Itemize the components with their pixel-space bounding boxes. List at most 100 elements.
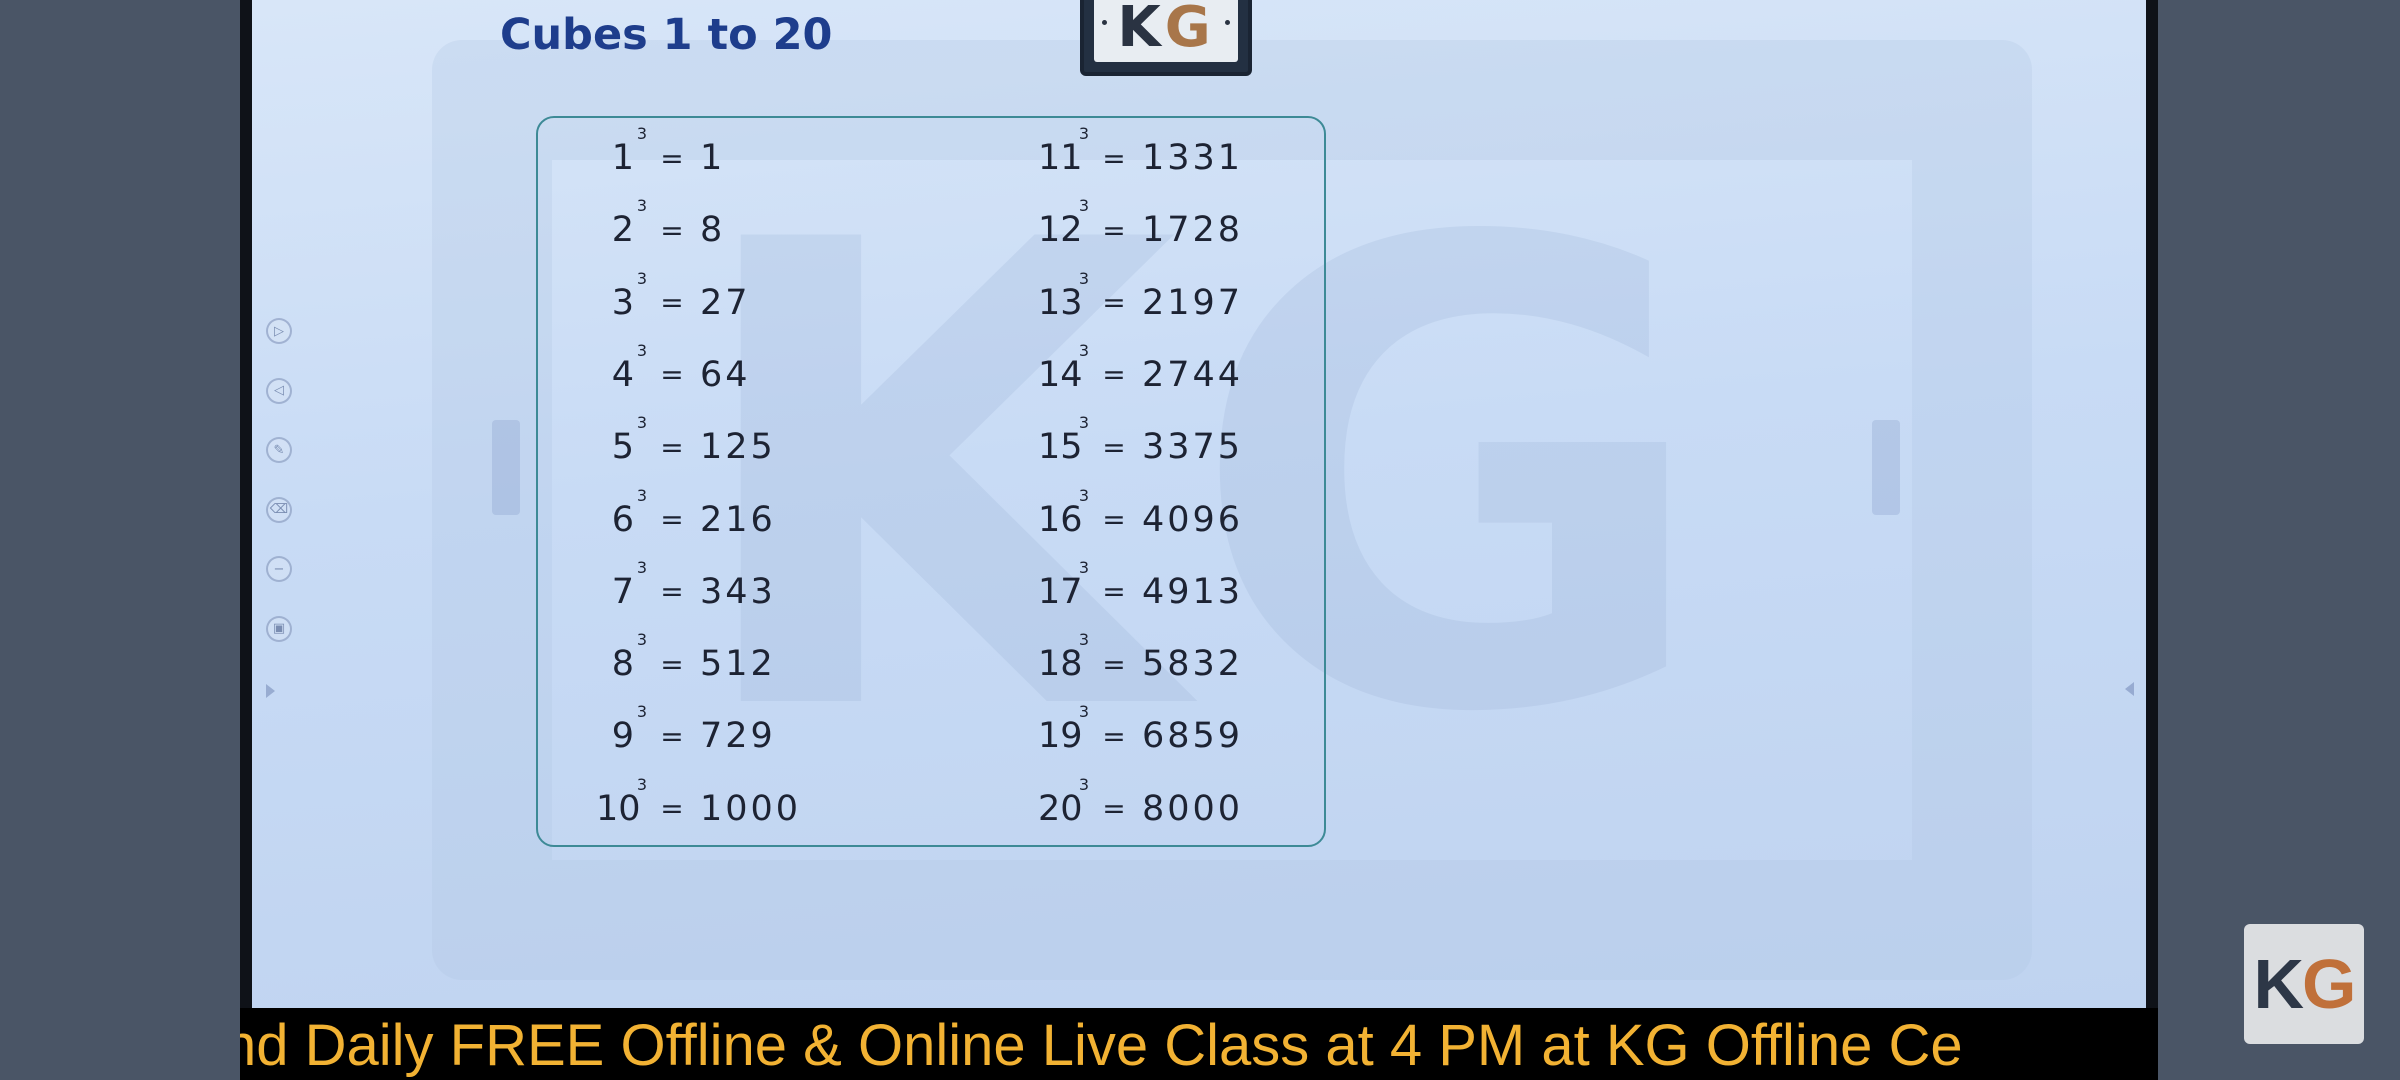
cube-value: 5832 (1142, 644, 1244, 685)
cube-value: 2744 (1142, 354, 1244, 395)
cube-exponent: 3 (636, 485, 647, 505)
cube-row: 1 3 = 1 (596, 124, 726, 188)
play-icon[interactable]: ▷ (266, 318, 292, 344)
cube-row: 13 3 = 2197 (1038, 268, 1244, 333)
cube-exponent: 3 (636, 702, 647, 722)
watermark-handle-right (1872, 420, 1900, 515)
cube-exponent: 3 (636, 196, 647, 216)
cube-row: 8 3 = 512 (596, 630, 776, 694)
screen-icon[interactable]: ▣ (266, 615, 292, 642)
cube-value: 3375 (1142, 427, 1244, 468)
cube-base: 93 (611, 702, 647, 757)
pen-icon[interactable]: ✎ (266, 437, 292, 463)
corner-logo-k: K (2253, 945, 2304, 1023)
cube-row: 17 3 = 4913 (1038, 557, 1243, 622)
cube-exponent: 3 (1078, 774, 1089, 794)
equals-sign: = (1102, 141, 1126, 175)
channel-watermark-logo[interactable]: KG (2244, 924, 2364, 1044)
cube-exponent: 3 (1078, 196, 1089, 216)
cube-base: 73 (611, 557, 647, 612)
logo-dot (1225, 20, 1230, 25)
cube-base: 83 (611, 630, 647, 685)
cube-row: 7 3 = 343 (596, 557, 776, 622)
cube-exponent: 3 (636, 557, 647, 577)
cube-value: 1728 (1142, 210, 1244, 251)
cube-value: 512 (700, 644, 776, 685)
cube-row: 20 3 = 8000 (1038, 774, 1244, 839)
cube-exponent: 3 (1078, 268, 1089, 288)
equals-sign: = (1102, 358, 1126, 392)
cube-base: 10 3 (596, 774, 647, 829)
cube-value: 125 (700, 427, 776, 468)
cube-row: 16 3 = 4096 (1038, 486, 1244, 550)
equals-sign: = (660, 286, 684, 320)
expand-right-arrow-icon[interactable] (2125, 682, 2134, 696)
equals-sign: = (1102, 503, 1126, 536)
cubes-table: 1 3 = 1 2 3 = 8 3 3 = 27 4 3 = 64 5 3 = 125 6 3 = 216 7 3 = 343 8 3 = 5… (536, 116, 1326, 847)
cube-base: 13 3 (1038, 268, 1089, 323)
equals-sign: = (660, 575, 684, 609)
equals-sign: = (660, 358, 684, 392)
equals-sign: = (660, 503, 684, 536)
video-player[interactable]: KG Cubes 1 to 20 KG ▷ ◁ ✎ ⌫ − ▣ 1 3 = 1 2 3 = 8 3 3 = 27… (240, 0, 2158, 1080)
back-icon[interactable]: ◁ (266, 377, 292, 404)
cube-row: 14 3 = 2744 (1038, 340, 1244, 405)
cube-exponent: 3 (636, 124, 647, 143)
equals-sign: = (1102, 792, 1126, 826)
cube-base: 43 (611, 340, 647, 395)
cube-value: 1000 (700, 788, 802, 829)
equals-sign: = (660, 430, 684, 464)
cube-exponent: 3 (636, 413, 647, 433)
cube-row: 18 3 = 5832 (1038, 630, 1244, 694)
cube-row: 9 3 = 729 (596, 702, 776, 766)
cube-base: 11 3 (1038, 124, 1089, 178)
corner-logo-g: G (2302, 945, 2356, 1023)
cube-base: 19 3 (1038, 702, 1089, 757)
cube-value: 64 (700, 354, 751, 395)
lesson-slide: KG Cubes 1 to 20 KG ▷ ◁ ✎ ⌫ − ▣ 1 3 = 1 2 3 = 8 3 3 = 27… (252, 0, 2146, 1008)
expand-left-arrow-icon[interactable] (266, 684, 275, 698)
cube-value: 8 (700, 210, 726, 251)
cube-base: 15 3 (1038, 413, 1089, 468)
slide-title: Cubes 1 to 20 (500, 10, 833, 60)
equals-sign: = (660, 213, 684, 247)
cube-base: 23 (611, 196, 647, 251)
cube-value: 4096 (1142, 499, 1244, 540)
cube-exponent: 3 (1078, 702, 1089, 722)
cube-base: 14 3 (1038, 340, 1089, 395)
cube-exponent: 3 (636, 340, 647, 360)
cube-row: 6 3 = 216 (596, 486, 776, 550)
cube-exponent: 3 (1078, 413, 1089, 433)
cube-exponent: 3 (636, 268, 647, 288)
cube-value: 2197 (1142, 282, 1244, 323)
cube-value: 1 (700, 138, 726, 178)
cube-row: 10 3 = 1000 (596, 774, 802, 839)
cube-value: 1331 (1142, 138, 1244, 178)
cube-row: 4 3 = 64 (596, 340, 751, 405)
minus-icon[interactable]: − (266, 556, 292, 582)
cube-exponent: 3 (1078, 340, 1089, 360)
cube-base: 17 3 (1038, 557, 1089, 612)
logo-letter-k: K (1117, 0, 1165, 60)
news-ticker: nd Daily FREE Offline & Online Live Clas… (240, 1008, 2158, 1080)
cube-base: 13 (611, 124, 647, 178)
kg-logo: KG (1080, 0, 1252, 76)
cube-value: 729 (700, 716, 776, 757)
cube-row: 5 3 = 125 (596, 413, 776, 477)
cube-base: 53 (611, 413, 647, 468)
cube-row: 19 3 = 6859 (1038, 702, 1243, 766)
cube-exponent: 3 (1078, 557, 1089, 577)
ticker-text: nd Daily FREE Offline & Online Live Clas… (240, 1013, 1963, 1078)
cube-row: 2 3 = 8 (596, 196, 726, 260)
cube-base: 20 3 (1038, 774, 1089, 829)
cube-value: 8000 (1142, 788, 1244, 829)
equals-sign: = (660, 719, 684, 753)
cube-base: 18 3 (1038, 630, 1089, 685)
cube-base: 33 (611, 268, 647, 323)
cube-row: 12 3 = 1728 (1038, 196, 1244, 260)
cube-exponent: 3 (1078, 485, 1089, 505)
cube-exponent: 3 (1078, 630, 1089, 650)
equals-sign: = (660, 792, 684, 826)
eraser-icon[interactable]: ⌫ (266, 496, 292, 523)
equals-sign: = (1102, 286, 1126, 320)
